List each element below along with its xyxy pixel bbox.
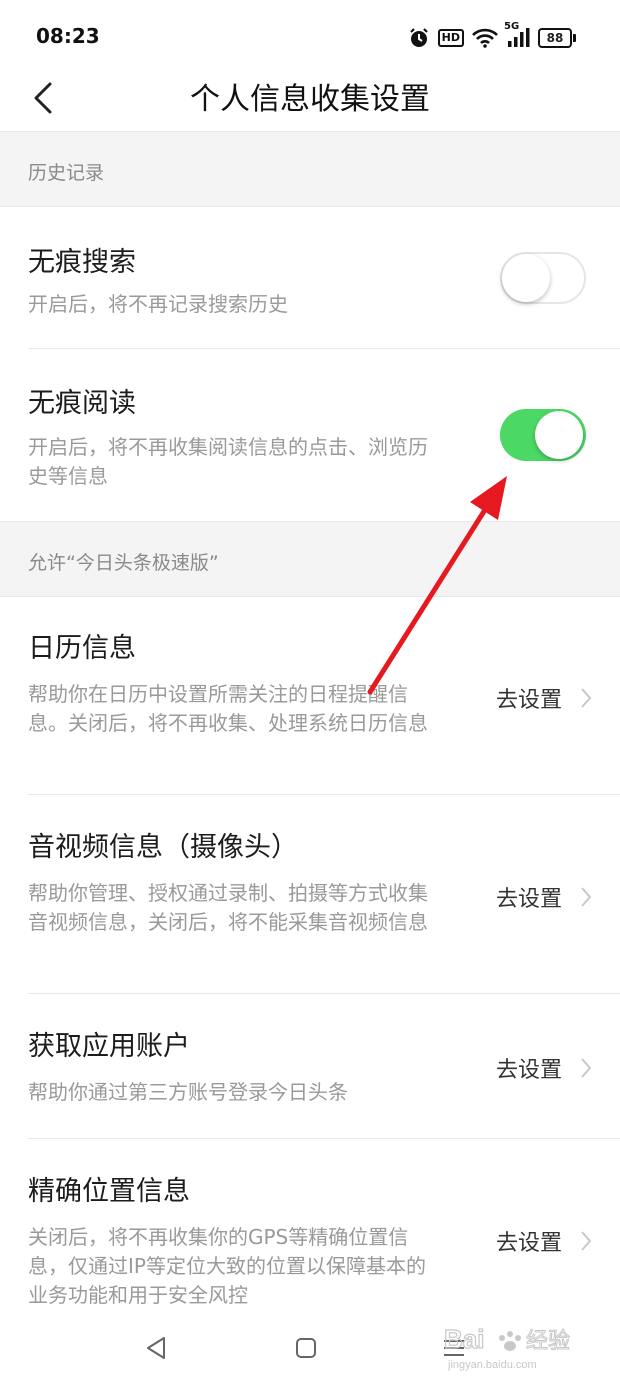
permission-row-accounts[interactable]: 获取应用账户 帮助你通过第三方账号登录今日头条 去设置 <box>0 994 620 1139</box>
svg-text:Bai: Bai <box>444 1324 484 1354</box>
calendar-settings-button[interactable]: 去设置 <box>496 682 592 714</box>
toggle-knob <box>502 254 550 302</box>
permission-description: 帮助你通过第三方账号登录今日头条 <box>28 1080 348 1104</box>
location-settings-button[interactable]: 去设置 <box>496 1225 592 1257</box>
permission-title: 日历信息 <box>28 633 136 664</box>
chevron-right-icon <box>581 887 592 907</box>
status-bar: 08:23 HD 5G 88 <box>0 0 620 76</box>
permission-description: 关闭后，将不再收集你的GPS等精确位置信息，仅通过IP等定位大致的位置以保障基本… <box>28 1225 426 1307</box>
alarm-icon <box>408 27 430 49</box>
signal-icon: 5G <box>504 21 530 49</box>
network-type: 5G <box>504 21 520 32</box>
wifi-icon <box>472 28 498 48</box>
go-settings-label: 去设置 <box>495 1231 562 1256</box>
section-header-allow: 允许“今日头条极速版” <box>0 521 620 597</box>
permission-row-location[interactable]: 精确位置信息 关闭后，将不再收集你的GPS等精确位置信息，仅通过IP等定位大致的… <box>0 1139 620 1310</box>
camera-settings-button[interactable]: 去设置 <box>496 881 592 913</box>
incognito-search-toggle[interactable] <box>500 252 586 304</box>
incognito-read-toggle[interactable] <box>500 409 586 461</box>
hd-icon: HD <box>437 29 464 47</box>
go-settings-label: 去设置 <box>495 887 562 912</box>
go-settings-label: 去设置 <box>495 1058 562 1083</box>
svg-text:经验: 经验 <box>526 1329 570 1354</box>
nav-home-icon[interactable] <box>290 1332 322 1364</box>
go-settings-label: 去设置 <box>495 688 562 713</box>
setting-description: 开启后，将不再记录搜索历史 <box>28 292 288 316</box>
setting-description: 开启后，将不再收集阅读信息的点击、浏览历史等信息 <box>28 435 428 488</box>
chevron-right-icon <box>581 688 592 708</box>
page-title: 个人信息收集设置 <box>190 82 430 117</box>
permission-description: 帮助你在日历中设置所需关注的日程提醒信息。关闭后，将不再收集、处理系统日历信息 <box>28 682 428 735</box>
permission-row-camera[interactable]: 音视频信息（摄像头） 帮助你管理、授权通过录制、拍摄等方式收集音视频信息，关闭后… <box>0 795 620 994</box>
section-label: 允许“今日头条极速版” <box>28 552 219 574</box>
svg-text:jingyan.baidu.com: jingyan.baidu.com <box>447 1359 537 1371</box>
section-header-history: 历史记录 <box>0 131 620 207</box>
status-time: 08:23 <box>36 24 100 48</box>
permission-description: 帮助你管理、授权通过录制、拍摄等方式收集音视频信息，关闭后，将不能采集音视频信息 <box>28 881 428 934</box>
baidu-watermark: Bai 经验 jingyan.baidu.com <box>440 1320 590 1376</box>
permission-title: 音视频信息（摄像头） <box>28 832 298 863</box>
setting-row-incognito-read: 无痕阅读 开启后，将不再收集阅读信息的点击、浏览历史等信息 <box>0 349 620 521</box>
top-bar: 个人信息收集设置 <box>0 76 620 132</box>
battery-icon: 88 <box>538 28 576 48</box>
permission-row-calendar[interactable]: 日历信息 帮助你在日历中设置所需关注的日程提醒信息。关闭后，将不再收集、处理系统… <box>0 596 620 795</box>
toggle-knob <box>535 411 583 459</box>
status-icons: HD 5G 88 <box>408 21 576 52</box>
chevron-right-icon <box>581 1231 592 1251</box>
section-label: 历史记录 <box>28 162 105 184</box>
battery-level: 88 <box>538 28 572 48</box>
permission-title: 获取应用账户 <box>28 1031 190 1062</box>
nav-back-icon[interactable] <box>140 1332 172 1364</box>
baidu-logo: Bai 经验 jingyan.baidu.com <box>443 1323 570 1371</box>
permission-title: 精确位置信息 <box>28 1176 190 1207</box>
accounts-settings-button[interactable]: 去设置 <box>496 1052 592 1084</box>
setting-row-incognito-search: 无痕搜索 开启后，将不再记录搜索历史 <box>0 206 620 349</box>
setting-title: 无痕搜索 <box>28 247 136 278</box>
chevron-right-icon <box>581 1058 592 1078</box>
setting-title: 无痕阅读 <box>28 388 136 419</box>
